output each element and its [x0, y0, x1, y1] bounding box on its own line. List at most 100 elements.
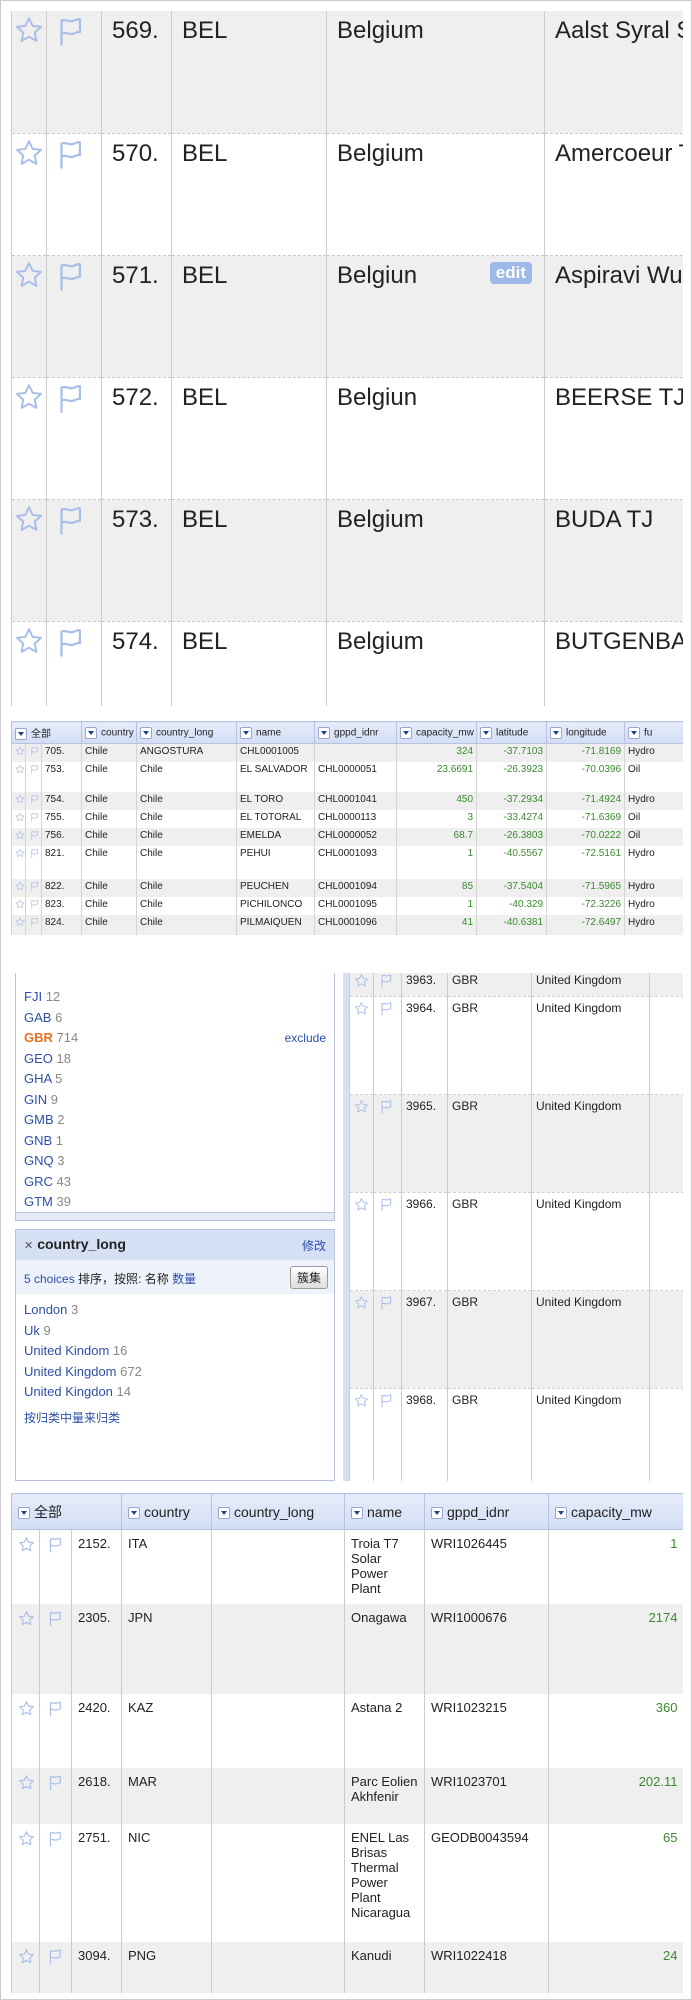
facet-choice[interactable]: United Kingdom 672	[24, 1362, 326, 1383]
exclude-link[interactable]: exclude	[285, 1028, 326, 1049]
flag-icon[interactable]	[378, 1197, 394, 1216]
facet-choice[interactable]: GRC 43	[24, 1172, 326, 1193]
column-header-gppd-idnr[interactable]: gppd_idnr	[314, 721, 398, 744]
flag-icon[interactable]	[29, 881, 40, 895]
flag-icon[interactable]	[53, 260, 87, 301]
facet-choice-name[interactable]: GMB	[24, 1112, 54, 1127]
facet-choice-name[interactable]: GTM	[24, 1194, 53, 1209]
facet-choice[interactable]: GHA 5	[24, 1069, 326, 1090]
flag-icon[interactable]	[378, 1295, 394, 1314]
facet-choice-name[interactable]: London	[24, 1302, 67, 1317]
facet-choice[interactable]: FJI 12	[24, 987, 326, 1008]
country-long-cell[interactable]: Belgium	[326, 621, 545, 706]
star-icon[interactable]	[18, 1536, 35, 1556]
column-header-country[interactable]: country	[121, 1493, 212, 1530]
star-icon[interactable]	[15, 899, 25, 912]
facet-choice-name[interactable]: GBR	[24, 1030, 53, 1045]
facet-choice[interactable]: GAB 6	[24, 1008, 326, 1029]
country-long-cell[interactable]: Belgiun	[326, 377, 545, 499]
star-icon[interactable]	[15, 794, 25, 807]
facet-choice[interactable]: GEO 18	[24, 1049, 326, 1070]
star-icon[interactable]	[18, 1700, 35, 1720]
flag-icon[interactable]	[29, 746, 40, 760]
flag-icon[interactable]	[29, 848, 40, 862]
star-icon[interactable]	[18, 1774, 35, 1794]
facet-choice[interactable]: Uk 9	[24, 1321, 326, 1342]
facet-choice-name[interactable]: United Kingdon	[24, 1384, 113, 1399]
star-icon[interactable]	[18, 1830, 35, 1850]
dropdown-arrow-icon[interactable]	[351, 1506, 363, 1519]
flag-icon[interactable]	[53, 382, 87, 423]
flag-icon[interactable]	[29, 917, 40, 931]
star-icon[interactable]	[354, 1393, 369, 1411]
flag-icon[interactable]	[29, 812, 40, 826]
column-header-country[interactable]: country	[81, 721, 138, 744]
flag-icon[interactable]	[378, 1099, 394, 1118]
dropdown-arrow-icon[interactable]	[18, 1506, 30, 1519]
facet-choice-name[interactable]: United Kindom	[24, 1343, 109, 1358]
facet-choice-name[interactable]: FJI	[24, 989, 42, 1004]
star-icon[interactable]	[18, 1610, 35, 1630]
flag-icon[interactable]	[29, 794, 40, 808]
facet-choice-name[interactable]: GIN	[24, 1092, 47, 1107]
country-long-cell[interactable]: Belgium	[326, 499, 545, 621]
facet-choice-name[interactable]: Uk	[24, 1323, 40, 1338]
flag-icon[interactable]	[53, 138, 87, 179]
facet-choice-name[interactable]: GNQ	[24, 1153, 54, 1168]
country-long-cell[interactable]: Belgium	[326, 133, 545, 255]
star-icon[interactable]	[18, 1948, 35, 1968]
cluster-button[interactable]: 簇集	[289, 1266, 328, 1289]
edit-button[interactable]: edit	[489, 261, 532, 284]
facet-choice[interactable]: GBR 714 exclude	[24, 1028, 326, 1049]
facet-choice-name[interactable]: United Kingdom	[24, 1364, 117, 1379]
flag-icon[interactable]	[46, 1610, 64, 1631]
dropdown-arrow-icon[interactable]	[85, 726, 98, 739]
star-icon[interactable]	[354, 1197, 369, 1215]
star-icon[interactable]	[15, 848, 25, 861]
dropdown-arrow-icon[interactable]	[400, 726, 413, 739]
star-icon[interactable]	[354, 1099, 369, 1117]
flag-icon[interactable]	[29, 764, 40, 778]
column-header-gppd-idnr[interactable]: gppd_idnr	[424, 1493, 549, 1530]
star-icon[interactable]	[15, 812, 25, 825]
column-header-name[interactable]: name	[236, 721, 316, 744]
sort-by-name[interactable]: 名称	[145, 1272, 169, 1286]
dropdown-arrow-icon[interactable]	[318, 726, 331, 739]
flag-icon[interactable]	[46, 1774, 64, 1795]
column-header-capacity-mw[interactable]: capacity_mw	[548, 1493, 683, 1530]
facet-choice[interactable]: United Kingdon 14	[24, 1382, 326, 1403]
facet-choice[interactable]: London 3	[24, 1300, 326, 1321]
facet-choice[interactable]: GTM 39	[24, 1192, 326, 1213]
facet-choice-name[interactable]: GRC	[24, 1174, 53, 1189]
facet-choice[interactable]: GIN 9	[24, 1090, 326, 1111]
star-icon[interactable]	[15, 830, 25, 843]
column-header-fuel[interactable]: fu	[624, 721, 683, 744]
facet-choice[interactable]: GNB 1	[24, 1131, 326, 1152]
flag-icon[interactable]	[29, 899, 40, 913]
dropdown-arrow-icon[interactable]	[240, 726, 253, 739]
dropdown-arrow-icon[interactable]	[555, 1506, 567, 1519]
flag-icon[interactable]	[46, 1830, 64, 1851]
star-icon[interactable]	[14, 382, 44, 419]
facet-choice-name[interactable]: GEO	[24, 1051, 53, 1066]
close-icon[interactable]: ✕	[24, 1239, 33, 1252]
facet-choice-name[interactable]: GAB	[24, 1010, 51, 1025]
column-header-capacity-mw[interactable]: capacity_mw	[396, 721, 478, 744]
flag-icon[interactable]	[46, 1536, 64, 1557]
facet-change-link[interactable]: 修改	[302, 1237, 326, 1254]
star-icon[interactable]	[14, 626, 44, 663]
dropdown-arrow-icon[interactable]	[140, 726, 153, 739]
dropdown-arrow-icon[interactable]	[128, 1506, 140, 1519]
dropdown-arrow-icon[interactable]	[550, 726, 563, 739]
flag-icon[interactable]	[378, 973, 394, 992]
flag-icon[interactable]	[53, 15, 87, 56]
column-header-all[interactable]: 全部	[11, 721, 83, 744]
star-icon[interactable]	[14, 260, 44, 297]
dropdown-arrow-icon[interactable]	[431, 1506, 443, 1519]
column-header-country-long[interactable]: country_long	[136, 721, 238, 744]
flag-icon[interactable]	[46, 1948, 64, 1969]
facet-choice-name[interactable]: GNB	[24, 1133, 52, 1148]
country-long-cell[interactable]: Belgiun edit	[326, 255, 545, 377]
column-header-country-long[interactable]: country_long	[211, 1493, 345, 1530]
facet-footer-link[interactable]: 按归类中量来归类	[24, 1409, 326, 1426]
